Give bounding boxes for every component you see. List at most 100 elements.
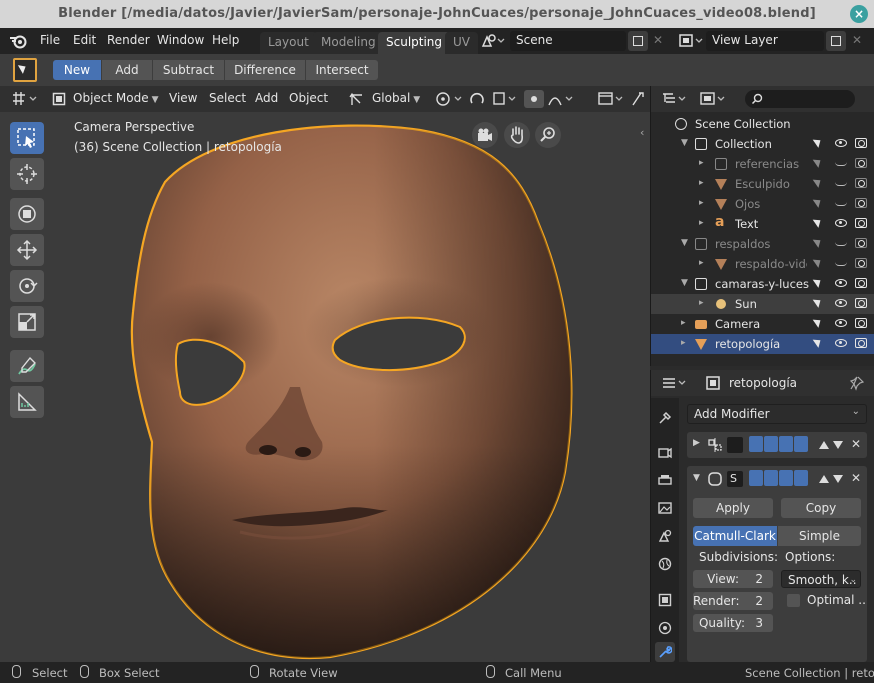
render-camera-icon[interactable] [855, 318, 867, 328]
outliner-row-text[interactable]: ▸ a Text [651, 214, 874, 234]
move-up-icon[interactable] [819, 475, 829, 483]
eye-icon[interactable] [835, 139, 847, 147]
expand-arrow-icon[interactable]: ▶ [693, 438, 700, 448]
move-up-icon[interactable] [819, 441, 829, 449]
camera-view-button[interactable] [472, 122, 498, 148]
visibility-toggles[interactable] [812, 336, 871, 352]
eye-icon[interactable] [835, 299, 847, 307]
delete-scene-icon[interactable]: ✕ [653, 33, 663, 47]
expand-arrow-icon[interactable]: ▸ [699, 218, 704, 228]
menu-add[interactable]: Add [255, 91, 278, 105]
expand-arrow-icon[interactable]: ▸ [699, 198, 704, 208]
move-tool-toggle[interactable] [10, 198, 44, 230]
selectable-icon[interactable] [812, 296, 824, 308]
pivot-point-icon[interactable] [434, 90, 464, 108]
cursor-tool[interactable] [10, 158, 44, 190]
eye-closed-icon[interactable] [835, 182, 847, 186]
editmode-display-icon[interactable] [794, 470, 808, 486]
outliner-row-camaras-y-luces[interactable]: ▼ camaras-y-luces [651, 274, 874, 294]
render-camera-icon[interactable] [855, 158, 867, 168]
expand-arrow-icon[interactable]: ▼ [681, 278, 688, 288]
pan-view-button[interactable] [504, 122, 530, 148]
modifier-panel-1[interactable]: ▶ ✕ [687, 432, 867, 458]
selectable-icon[interactable] [812, 276, 824, 288]
tab-layout[interactable]: Layout [260, 32, 317, 54]
mode-difference-button[interactable]: Difference [225, 60, 305, 80]
visibility-toggles[interactable] [812, 256, 871, 272]
menu-view[interactable]: View [169, 91, 197, 105]
visibility-toggles[interactable] [812, 316, 871, 332]
render-camera-icon[interactable] [855, 258, 867, 268]
selectable-icon[interactable] [812, 316, 824, 328]
visibility-toggles[interactable] [812, 136, 871, 152]
select-box-tool[interactable] [10, 122, 44, 154]
object-mode-dropdown[interactable]: Object Mode ▼ [73, 91, 159, 105]
render-camera-icon[interactable] [855, 198, 867, 208]
outliner-row-ojos[interactable]: ▸ Ojos [651, 194, 874, 214]
outliner-row-scene-collection[interactable]: Scene Collection [651, 114, 874, 134]
expand-arrow-icon[interactable]: ▸ [699, 298, 704, 308]
visibility-toggles[interactable] [812, 296, 871, 312]
tab-modeling[interactable]: Modeling [313, 32, 384, 54]
remove-modifier-icon[interactable]: ✕ [851, 471, 861, 485]
tab-sculpting[interactable]: Sculpting [378, 32, 451, 54]
modifier-name-field[interactable]: S [727, 471, 743, 487]
gizmo-toggle-icon[interactable] [630, 90, 648, 108]
eye-icon[interactable] [835, 319, 847, 327]
viewport-display-icon[interactable] [764, 470, 778, 486]
visibility-toggles[interactable] [812, 276, 871, 292]
move-down-icon[interactable] [833, 475, 843, 483]
render-camera-icon[interactable] [855, 218, 867, 228]
move-tool[interactable] [10, 234, 44, 266]
selectable-icon[interactable] [812, 256, 824, 268]
eye-icon[interactable] [835, 279, 847, 287]
selectable-icon[interactable] [812, 196, 824, 208]
eye-closed-icon[interactable] [835, 162, 847, 166]
new-scene-icon[interactable] [628, 31, 648, 51]
selectable-icon[interactable] [812, 216, 824, 228]
visibility-toggles[interactable] [812, 156, 871, 172]
modifier-name-field[interactable] [727, 437, 743, 453]
tab-uv[interactable]: UV [445, 32, 478, 54]
outliner-row-respaldos[interactable]: ▼ respaldos [651, 234, 874, 254]
scene-tab[interactable] [655, 526, 675, 546]
sidebar-toggle-icon[interactable]: ‹ [640, 126, 644, 139]
render-display-icon[interactable] [779, 470, 793, 486]
new-view-layer-icon[interactable] [826, 31, 846, 51]
menu-help[interactable]: Help [212, 33, 239, 47]
physics-tab[interactable] [655, 618, 675, 638]
world-tab[interactable] [655, 554, 675, 574]
view-layer-field[interactable]: View Layer [706, 31, 824, 51]
orientation-dropdown[interactable]: Global ▼ [372, 91, 420, 105]
properties-editor-type-icon[interactable] [661, 375, 691, 391]
selectable-icon[interactable] [812, 336, 824, 348]
apply-button[interactable]: Apply [693, 498, 773, 518]
scene-name-field[interactable]: Scene [510, 31, 626, 51]
eye-icon[interactable] [835, 339, 847, 347]
visibility-toggles[interactable] [812, 176, 871, 192]
mode-subtract-button[interactable]: Subtract [153, 60, 224, 80]
view-layer-tab[interactable] [655, 498, 675, 518]
selectable-icon[interactable] [812, 136, 824, 148]
mode-new-button[interactable]: New [53, 60, 101, 80]
pin-icon[interactable] [849, 375, 865, 391]
outliner-row-referencias[interactable]: ▸ referencias [651, 154, 874, 174]
tool-tab[interactable] [655, 408, 675, 428]
editmode-display-icon[interactable] [794, 436, 808, 452]
eye-closed-icon[interactable] [835, 262, 847, 266]
sculpt-mask-mesh[interactable] [0, 112, 650, 662]
window-close-button[interactable]: × [850, 5, 868, 23]
3d-viewport[interactable]: Camera Perspective (36) Scene Collection… [0, 112, 650, 662]
render-tab[interactable] [655, 442, 675, 462]
add-modifier-dropdown[interactable]: Add Modifier ⌄ [687, 404, 867, 424]
render-camera-icon[interactable] [855, 278, 867, 288]
render-camera-icon[interactable] [855, 178, 867, 188]
expand-arrow-icon[interactable]: ▸ [699, 258, 704, 268]
zoom-view-button[interactable] [535, 122, 561, 148]
visibility-toggles[interactable] [812, 196, 871, 212]
outliner-row-retopologia[interactable]: ▸ retopología [651, 334, 874, 354]
outliner-editor-type-icon[interactable] [661, 91, 691, 107]
render-camera-icon[interactable] [855, 138, 867, 148]
outliner-row-sun[interactable]: ▸ Sun [651, 294, 874, 314]
render-display-icon[interactable] [779, 436, 793, 452]
